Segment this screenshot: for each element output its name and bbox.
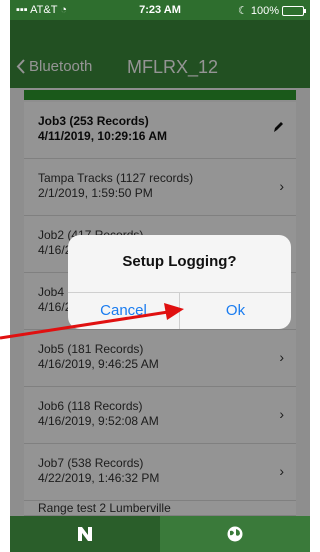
phone-screen: ▪▪▪ AT&T ◔ 7:23 AM ☾ 100% Bluetooth MFLR…: [10, 0, 310, 552]
dialog-title: Setup Logging?: [122, 253, 237, 270]
tab-devices[interactable]: [10, 516, 160, 552]
bottom-tab-bar: [10, 516, 310, 552]
n-logo-icon: [78, 527, 92, 541]
globe-icon: [227, 526, 243, 542]
battery-indicator: ☾ 100%: [237, 4, 306, 17]
moon-icon: ☾: [237, 5, 248, 17]
battery-percent: 100%: [250, 4, 279, 17]
ok-button[interactable]: Ok: [180, 293, 291, 329]
tab-map[interactable]: [160, 516, 310, 552]
cancel-button[interactable]: Cancel: [68, 293, 179, 329]
status-bar: ▪▪▪ AT&T ◔ 7:23 AM ☾ 100%: [10, 0, 310, 20]
battery-icon: [282, 5, 306, 16]
setup-logging-dialog: Setup Logging? Cancel Ok: [68, 235, 291, 329]
